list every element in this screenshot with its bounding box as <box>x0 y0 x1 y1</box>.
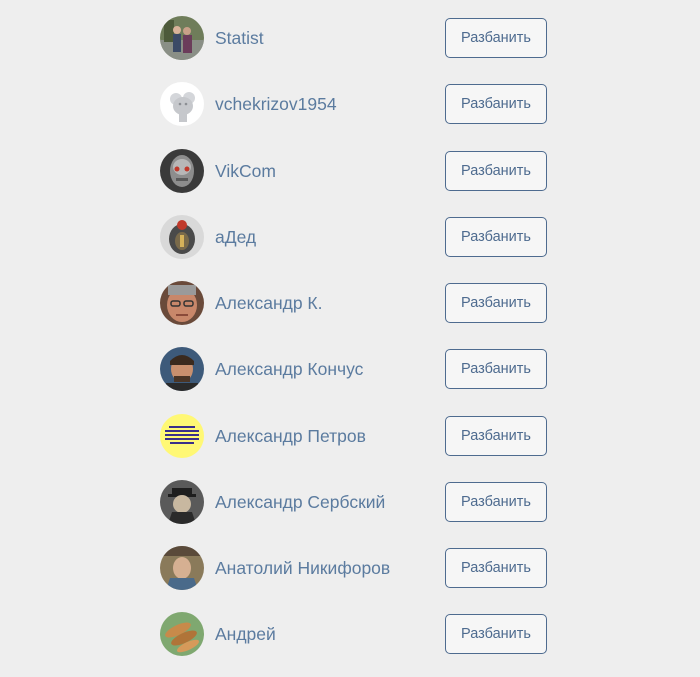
unban-button[interactable]: Разбанить <box>445 548 547 588</box>
avatar[interactable] <box>160 480 204 524</box>
unban-button[interactable]: Разбанить <box>445 482 547 522</box>
avatar-photo-man-glasses <box>160 281 204 325</box>
user-name-link[interactable]: Statist <box>215 26 264 50</box>
user-name-link[interactable]: Александр К. <box>215 291 322 315</box>
avatar[interactable] <box>160 546 204 590</box>
unban-button[interactable]: Разбанить <box>445 349 547 389</box>
avatar-coat-of-arms <box>160 215 204 259</box>
list-item: Анатолий Никифоров Разбанить <box>160 546 548 590</box>
user-name-link[interactable]: vchekrizov1954 <box>215 92 337 116</box>
list-item: VikCom Разбанить <box>160 149 548 193</box>
avatar-default-placeholder <box>160 82 204 126</box>
avatar[interactable] <box>160 347 204 391</box>
list-item: Александр К. Разбанить <box>160 281 548 325</box>
list-item: Александр Петров Разбанить <box>160 414 548 458</box>
avatar-photo-couple <box>160 16 204 60</box>
avatar-photo-man <box>160 347 204 391</box>
unban-button[interactable]: Разбанить <box>445 84 547 124</box>
banned-users-list: Statist Разбанить vchekrizov1954 Разбани… <box>0 0 700 677</box>
avatar[interactable] <box>160 215 204 259</box>
user-name-link[interactable]: Александр Сербский <box>215 490 385 514</box>
avatar[interactable] <box>160 149 204 193</box>
avatar[interactable] <box>160 16 204 60</box>
avatar-photo-fish <box>160 612 204 656</box>
list-item: Александр Сербский Разбанить <box>160 480 548 524</box>
avatar-photo-robot <box>160 149 204 193</box>
list-item: аДед Разбанить <box>160 215 548 259</box>
user-name-link[interactable]: Александр Петров <box>215 424 366 448</box>
avatar-photo-hat <box>160 480 204 524</box>
list-item: Statist Разбанить <box>160 16 548 60</box>
list-item: vchekrizov1954 Разбанить <box>160 82 548 126</box>
user-name-link[interactable]: Андрей <box>215 622 276 646</box>
user-name-link[interactable]: Александр Кончус <box>215 357 363 381</box>
unban-button[interactable]: Разбанить <box>445 614 547 654</box>
avatar-photo-man <box>160 546 204 590</box>
user-name-link[interactable]: VikCom <box>215 159 276 183</box>
unban-button[interactable]: Разбанить <box>445 283 547 323</box>
avatar-quote-image <box>160 414 204 458</box>
list-item: Александр Кончус Разбанить <box>160 347 548 391</box>
unban-button[interactable]: Разбанить <box>445 416 547 456</box>
avatar[interactable] <box>160 414 204 458</box>
unban-button[interactable]: Разбанить <box>445 151 547 191</box>
avatar[interactable] <box>160 82 204 126</box>
list-item: Андрей Разбанить <box>160 612 548 656</box>
avatar[interactable] <box>160 612 204 656</box>
user-name-link[interactable]: аДед <box>215 225 256 249</box>
unban-button[interactable]: Разбанить <box>445 18 547 58</box>
user-name-link[interactable]: Анатолий Никифоров <box>215 556 390 580</box>
unban-button[interactable]: Разбанить <box>445 217 547 257</box>
avatar[interactable] <box>160 281 204 325</box>
